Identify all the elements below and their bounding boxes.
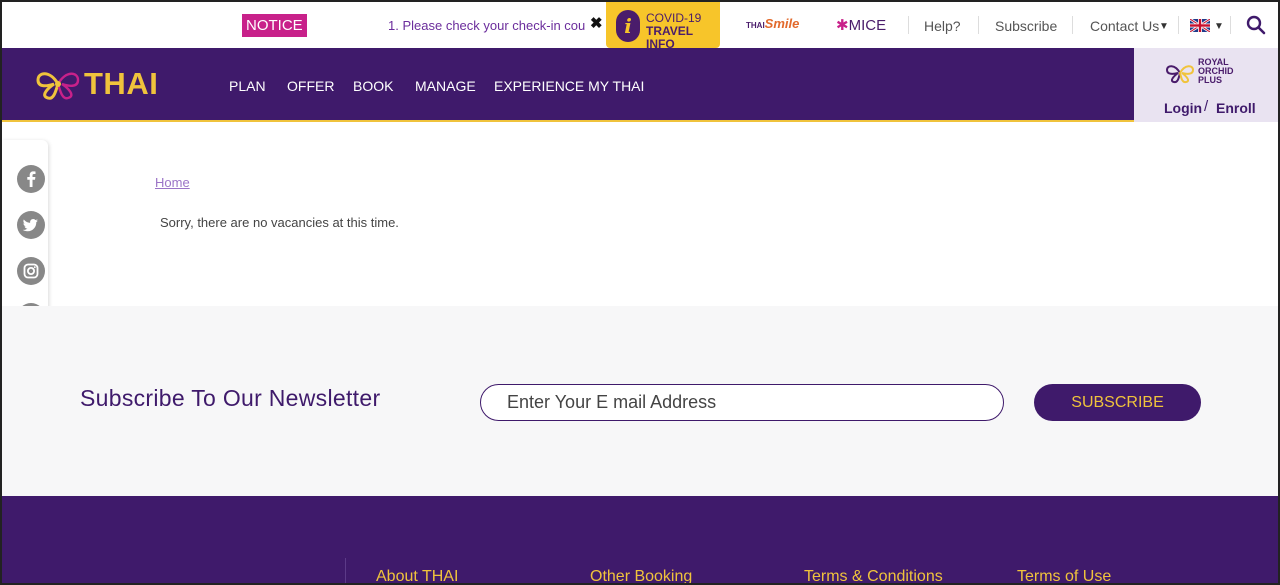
- footer-link-other-booking[interactable]: Other Booking: [590, 568, 692, 583]
- smile-label: Smile: [764, 16, 800, 31]
- covid-travel-info-button[interactable]: i COVID-19 TRAVEL INFO: [606, 2, 720, 51]
- instagram-icon[interactable]: [17, 257, 45, 285]
- no-vacancies-message: Sorry, there are no vacancies at this ti…: [160, 215, 399, 230]
- footer: About THAI Other Booking Terms & Conditi…: [2, 496, 1278, 583]
- orchid-logo-icon: [36, 72, 80, 100]
- nav-offer[interactable]: OFFER: [287, 78, 334, 94]
- thai-mice-link[interactable]: ✱MICE: [836, 16, 886, 34]
- notice-label: NOTICE: [242, 14, 307, 37]
- subscribe-button[interactable]: SUBSCRIBE: [1034, 384, 1201, 421]
- login-enroll-separator: /: [1204, 98, 1209, 115]
- logo-wordmark: THAI: [84, 66, 159, 101]
- footer-link-about-thai[interactable]: About THAI: [376, 568, 458, 583]
- main-nav: THAI PLAN OFFER BOOK MANAGE EXPERIENCE M…: [2, 48, 1278, 122]
- newsletter-title: Subscribe To Our Newsletter: [80, 385, 381, 411]
- footer-link-terms-conditions[interactable]: Terms & Conditions: [804, 568, 943, 583]
- divider: [1072, 16, 1073, 34]
- nav-book[interactable]: BOOK: [353, 78, 393, 94]
- divider: [1178, 16, 1179, 34]
- thai-logo[interactable]: THAI: [32, 64, 182, 104]
- newsletter-email-input[interactable]: [480, 384, 1004, 421]
- uk-flag-icon[interactable]: [1190, 19, 1210, 32]
- covid-label-line1: COVID-19: [646, 11, 702, 25]
- royal-orchid-plus-panel: ROYAL ORCHID PLUS Login / Enroll: [1134, 48, 1278, 122]
- login-link[interactable]: Login: [1164, 100, 1202, 116]
- footer-divider: [345, 558, 346, 583]
- info-icon: i: [616, 10, 640, 42]
- newsletter-section: Subscribe To Our Newsletter SUBSCRIBE: [2, 306, 1278, 496]
- divider: [978, 16, 979, 34]
- help-link[interactable]: Help?: [924, 18, 961, 34]
- nav-experience-my-thai[interactable]: EXPERIENCE MY THAI: [494, 78, 644, 94]
- rop-line3: PLUS: [1198, 75, 1223, 85]
- thai-smile-link[interactable]: THAISmile: [746, 16, 799, 31]
- royal-orchid-plus-logo-icon: [1165, 65, 1195, 84]
- chevron-down-icon[interactable]: ▼: [1159, 21, 1169, 32]
- language-chevron-icon[interactable]: ▼: [1214, 21, 1224, 32]
- notice-ticker[interactable]: 1. Please check your check-in cou: [388, 18, 588, 33]
- top-bar: NOTICE 1. Please check your check-in cou…: [2, 2, 1278, 51]
- footer-link-terms-of-use[interactable]: Terms of Use: [1017, 568, 1111, 583]
- breadcrumb-home[interactable]: Home: [155, 175, 190, 190]
- divider: [908, 16, 909, 34]
- contact-us-link[interactable]: Contact Us: [1090, 18, 1159, 34]
- divider: [1230, 16, 1231, 34]
- subscribe-link[interactable]: Subscribe: [995, 18, 1057, 34]
- smile-prefix: THAI: [746, 21, 765, 30]
- mice-label: MICE: [848, 17, 887, 34]
- rop-wordmark: ROYAL ORCHID PLUS: [1198, 58, 1234, 85]
- twitter-icon[interactable]: [17, 211, 45, 239]
- close-icon[interactable]: ✖: [590, 14, 603, 32]
- facebook-icon[interactable]: [17, 165, 45, 193]
- nav-plan[interactable]: PLAN: [229, 78, 266, 94]
- nav-manage[interactable]: MANAGE: [415, 78, 476, 94]
- enroll-link[interactable]: Enroll: [1216, 100, 1256, 116]
- search-icon[interactable]: [1246, 15, 1266, 35]
- star-icon: ✱: [836, 17, 849, 34]
